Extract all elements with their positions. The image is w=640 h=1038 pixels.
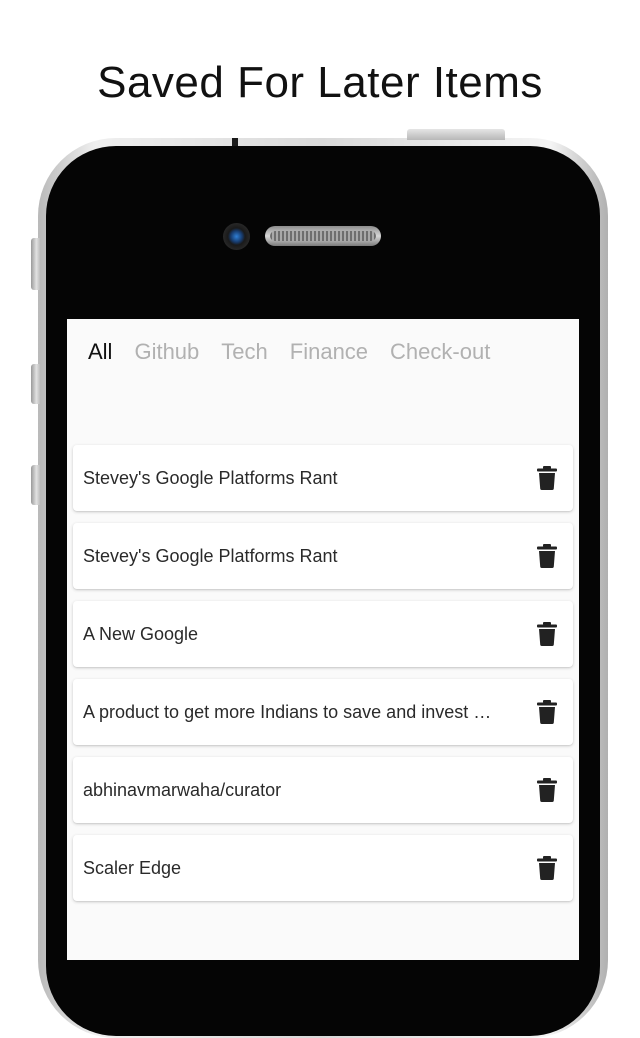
item-title: Scaler Edge [83,857,182,878]
list-item[interactable]: A New Google [73,601,573,667]
list-item[interactable]: Stevey's Google Platforms Rant [73,523,573,589]
item-title: Stevey's Google Platforms Rant [83,467,338,488]
trash-icon[interactable] [537,544,557,568]
trash-icon[interactable] [537,856,557,880]
volume-up-button [31,364,40,404]
item-title: A product to get more Indians to save an… [83,701,492,722]
trash-icon[interactable] [537,466,557,490]
front-camera [223,223,250,250]
trash-icon[interactable] [537,622,557,646]
item-title: abhinavmarwaha/curator [83,779,282,800]
earpiece-speaker [265,226,381,246]
page-headline: Saved For Later Items [97,58,543,107]
tab-github[interactable]: Github [134,339,199,365]
power-button [407,129,505,140]
tab-finance[interactable]: Finance [290,339,368,365]
trash-icon[interactable] [537,778,557,802]
list-item[interactable]: abhinavmarwaha/curator [73,757,573,823]
list-item[interactable]: A product to get more Indians to save an… [73,679,573,745]
list-item[interactable]: Stevey's Google Platforms Rant [73,445,573,511]
saved-items-list: Stevey's Google Platforms Rant Stevey's … [73,445,573,913]
item-title: A New Google [83,623,199,644]
app-screen: All Github Tech Finance Check-out Stevey… [67,319,579,960]
tab-all[interactable]: All [88,339,112,365]
list-item[interactable]: Scaler Edge [73,835,573,901]
tab-tech[interactable]: Tech [221,339,267,365]
trash-icon[interactable] [537,700,557,724]
category-tabs: All Github Tech Finance Check-out [88,339,490,365]
tab-check-out[interactable]: Check-out [390,339,490,365]
mute-switch [31,238,40,290]
volume-down-button [31,465,40,505]
item-title: Stevey's Google Platforms Rant [83,545,338,566]
